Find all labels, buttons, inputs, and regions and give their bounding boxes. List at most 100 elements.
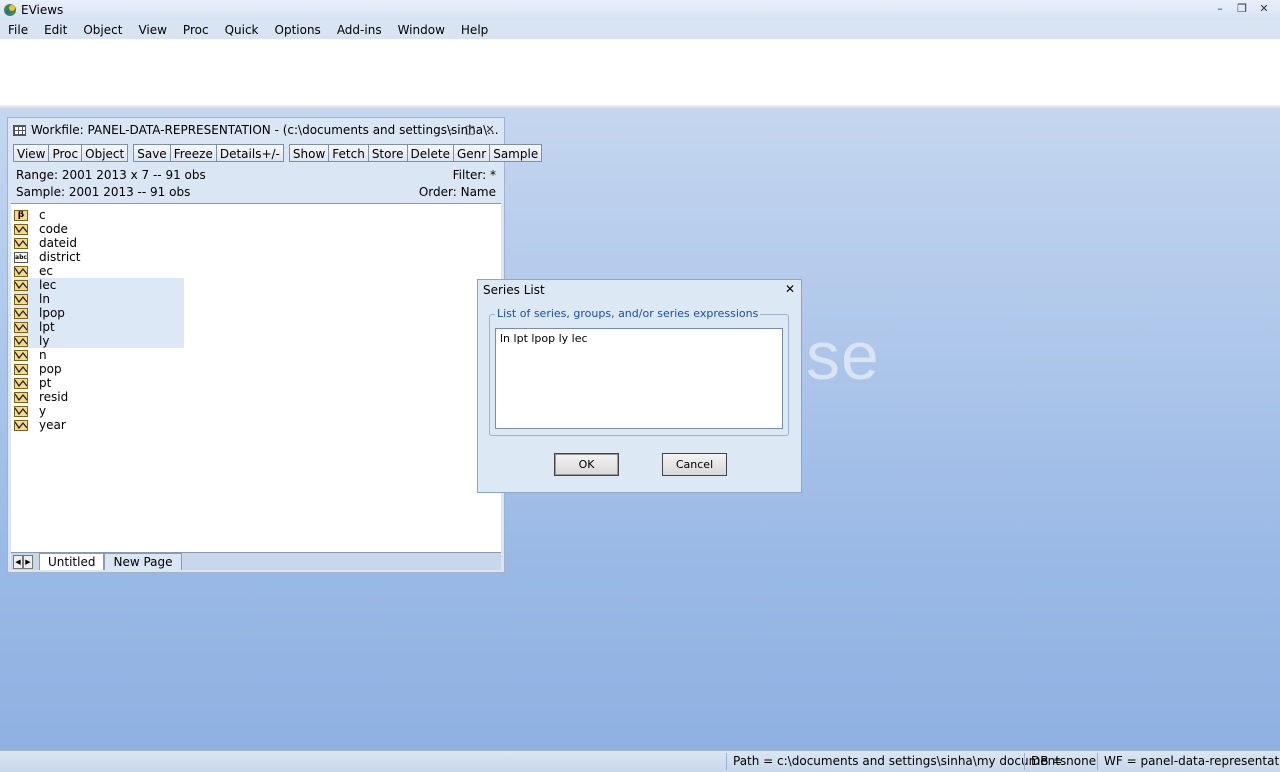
workfile-object-list[interactable]: β c code dateid abc district ec lec ln lpop lpt ly n… <box>11 203 501 552</box>
object-button[interactable]: Object <box>81 144 129 162</box>
list-item-label: ly <box>39 334 50 348</box>
series-icon <box>14 335 28 347</box>
series-icon <box>14 391 28 403</box>
list-item[interactable]: n <box>14 348 184 362</box>
close-icon[interactable]: ✕ <box>482 122 498 138</box>
store-button[interactable]: Store <box>367 144 408 162</box>
desktop-watermark: se <box>806 318 880 394</box>
workfile-info: Range: 2001 2013 x 7 -- 91 obs Filter: *… <box>16 167 496 201</box>
series-list-group: List of series, groups, and/or series ex… <box>489 307 789 436</box>
menu-view[interactable]: View <box>130 21 174 39</box>
series-icon <box>14 321 28 333</box>
app-title: EViews <box>21 3 64 17</box>
series-icon <box>14 349 28 361</box>
series-icon <box>14 377 28 389</box>
list-item[interactable]: code <box>14 222 184 236</box>
list-item[interactable]: resid <box>14 390 184 404</box>
menu-edit[interactable]: Edit <box>36 21 75 39</box>
list-item[interactable]: dateid <box>14 236 184 250</box>
delete-button[interactable]: Delete <box>406 144 454 162</box>
list-item[interactable]: abc district <box>14 250 184 264</box>
proc-button[interactable]: Proc <box>48 144 83 162</box>
workfile-window[interactable]: Workfile: PANEL-DATA-REPRESENTATION - (c… <box>7 117 543 573</box>
workfile-titlebar[interactable]: Workfile: PANEL-DATA-REPRESENTATION - (c… <box>8 118 504 142</box>
menu-proc[interactable]: Proc <box>175 21 217 39</box>
list-item-label: y <box>39 404 47 418</box>
workfile-title: Workfile: PANEL-DATA-REPRESENTATION - (c… <box>31 123 499 137</box>
list-item-label: dateid <box>39 236 78 250</box>
range-label[interactable]: Range: 2001 2013 x 7 -- 91 obs <box>16 168 206 182</box>
list-item-label: lpop <box>39 306 65 320</box>
tab-untitled[interactable]: Untitled <box>39 553 105 570</box>
menu-file[interactable]: File <box>0 21 36 39</box>
workfile-toolbar: View Proc Object Save Freeze Details+/- … <box>13 144 543 163</box>
freeze-button[interactable]: Freeze <box>169 144 217 162</box>
maximize-icon[interactable]: □ <box>462 122 478 138</box>
workfile-icon <box>13 124 26 136</box>
series-icon <box>14 279 28 291</box>
close-icon[interactable]: ✕ <box>1256 1 1272 17</box>
tab-new-page[interactable]: New Page <box>104 553 182 570</box>
save-button[interactable]: Save <box>133 144 171 162</box>
list-item-label: lec <box>39 278 57 292</box>
status-wf: WF = panel-data-representation <box>1097 753 1280 770</box>
genr-button[interactable]: Genr <box>452 144 491 162</box>
order-label[interactable]: Order: Name <box>419 184 496 201</box>
list-item[interactable]: year <box>14 418 184 432</box>
menu-add-ins[interactable]: Add-ins <box>329 21 390 39</box>
list-item[interactable]: ln <box>14 292 184 306</box>
minimize-icon[interactable]: – <box>1212 1 1228 17</box>
menu-window[interactable]: Window <box>390 21 453 39</box>
app-titlebar: EViews – ❐ ✕ <box>0 0 1280 20</box>
list-item[interactable]: pt <box>14 376 184 390</box>
minimize-icon[interactable]: – <box>442 122 458 138</box>
sample-button[interactable]: Sample <box>489 144 543 162</box>
filter-label[interactable]: Filter: * <box>453 167 496 184</box>
list-item-label: ln <box>39 292 50 306</box>
list-item-label: code <box>39 222 68 236</box>
list-item[interactable]: lpt <box>14 320 184 334</box>
list-item[interactable]: lpop <box>14 306 184 320</box>
list-item[interactable]: lec <box>14 278 184 292</box>
fetch-button[interactable]: Fetch <box>328 144 369 162</box>
list-item-label: pt <box>39 376 52 390</box>
sample-label[interactable]: Sample: 2001 2013 -- 91 obs <box>16 185 190 199</box>
series-icon <box>14 419 28 431</box>
series-list-dialog: Series List ✕ List of series, groups, an… <box>477 279 802 493</box>
menu-quick[interactable]: Quick <box>217 21 267 39</box>
coef-icon: β <box>14 209 28 221</box>
list-item-label: year <box>39 418 66 432</box>
list-item[interactable]: βc <box>14 208 184 222</box>
eviews-logo-icon <box>3 3 17 17</box>
list-item-label: district <box>39 250 81 264</box>
menu-object[interactable]: Object <box>75 21 130 39</box>
command-window[interactable] <box>0 39 1280 106</box>
list-item[interactable]: ec <box>14 264 184 278</box>
list-item-label: ec <box>39 264 53 278</box>
restore-icon[interactable]: ❐ <box>1234 1 1250 17</box>
list-item[interactable]: ly <box>14 334 184 348</box>
tab-scroll-left-icon[interactable]: ◀ <box>13 554 23 569</box>
series-icon <box>14 307 28 319</box>
series-list-input[interactable]: ln lpt lpop ly lec <box>495 328 783 429</box>
list-item[interactable]: y <box>14 404 184 418</box>
status-path: Path = c:\documents and settings\sinha\m… <box>726 753 1072 770</box>
series-icon <box>14 223 28 235</box>
cancel-button[interactable]: Cancel <box>662 453 727 476</box>
menu-bar: File Edit Object View Proc Quick Options… <box>0 20 1280 39</box>
show-button[interactable]: Show <box>288 144 330 162</box>
list-item-label: n <box>39 348 47 362</box>
series-icon <box>14 405 28 417</box>
close-icon[interactable]: ✕ <box>785 282 795 296</box>
status-db: DB = none <box>1024 753 1102 770</box>
menu-help[interactable]: Help <box>453 21 496 39</box>
view-button[interactable]: View <box>13 144 50 162</box>
tab-scroll-right-icon[interactable]: ▶ <box>23 554 33 569</box>
list-item-label: resid <box>39 390 69 404</box>
menu-options[interactable]: Options <box>267 21 329 39</box>
details-button[interactable]: Details+/- <box>215 144 284 162</box>
series-icon <box>14 265 28 277</box>
list-item[interactable]: pop <box>14 362 184 376</box>
series-list-group-label: List of series, groups, and/or series ex… <box>495 307 761 320</box>
ok-button[interactable]: OK <box>554 453 619 476</box>
